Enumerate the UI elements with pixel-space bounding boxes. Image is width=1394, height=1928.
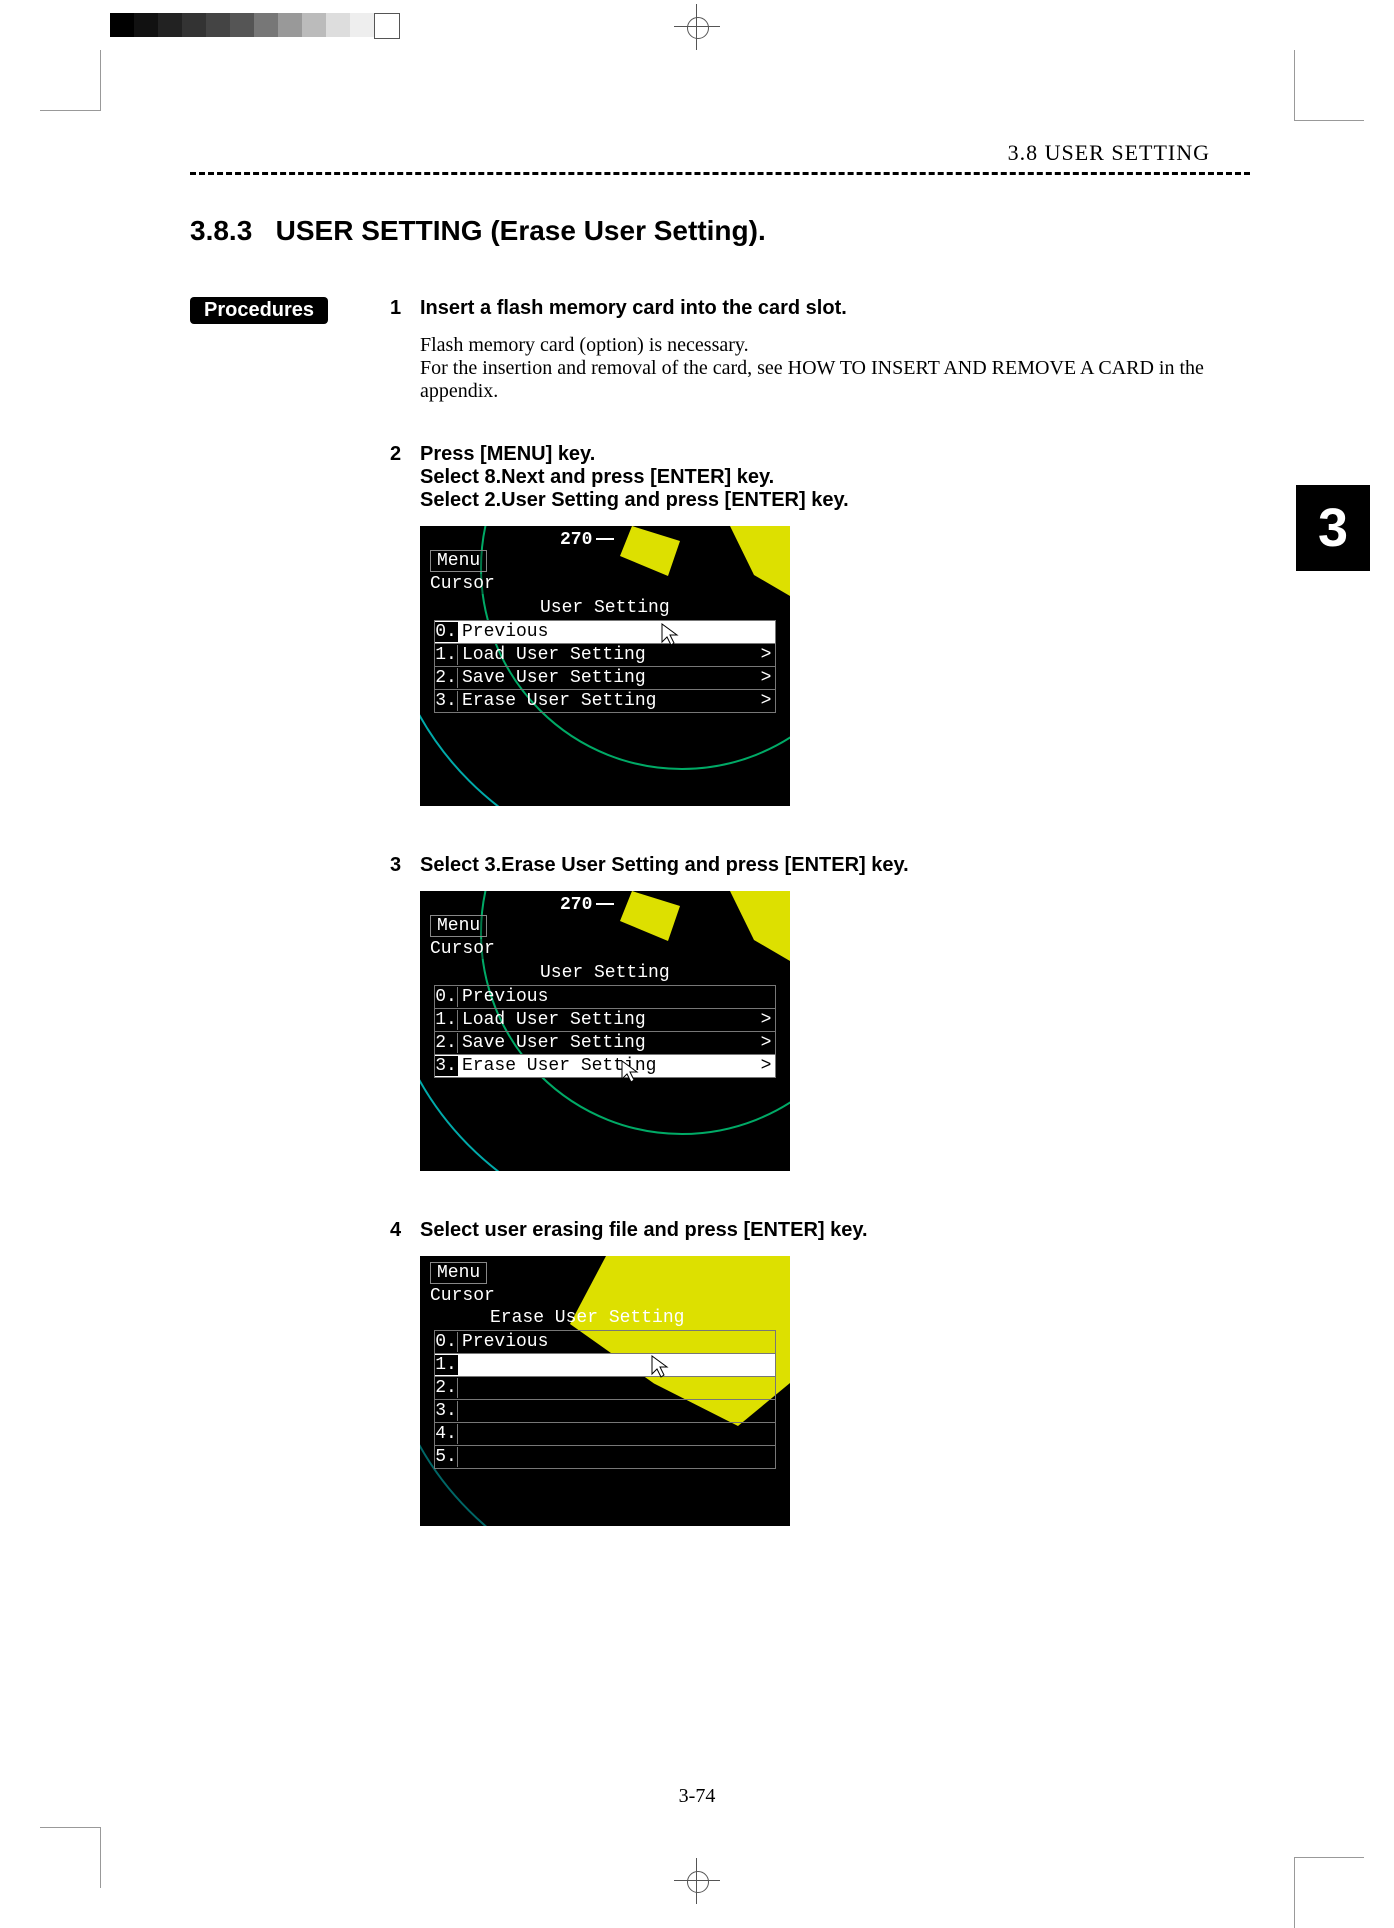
step-headline: Select user erasing file and press [ENTE… [420, 1219, 1250, 1242]
sim-menu-list: 0. Previous 1. 2. 3. [434, 1330, 776, 1468]
registration-mark-bottom [680, 1864, 714, 1898]
section-title: 3.8.3 USER SETTING (Erase User Setting). [190, 215, 1250, 247]
sim-menu-row: 2. Save User Setting > [434, 1031, 776, 1055]
procedure-step: 2 Press [MENU] key. Select 8.Next and pr… [190, 443, 1250, 828]
step-headline: Press [MENU] key. Select 8.Next and pres… [420, 443, 1250, 512]
sim-heading: 270 [560, 895, 614, 915]
sim-crumb-cursor: Cursor [430, 574, 501, 594]
step-note: Flash memory card (option) is necessary.… [420, 334, 1250, 403]
sim-crumb-cursor: Cursor [430, 1286, 501, 1306]
procedures-label: Procedures [190, 297, 328, 324]
section-number: 3.8.3 [190, 215, 252, 246]
header-breadcrumb: 3.8 USER SETTING [1008, 140, 1210, 166]
sim-menu-row: 0. Previous [434, 620, 776, 644]
sim-menu-row: 3. Erase User Setting > [434, 1054, 776, 1078]
sim-menu-row: 0. Previous [434, 985, 776, 1009]
page-number: 3-74 [679, 1785, 716, 1808]
screenshot-erase-user-setting-list: Menu Cursor Erase User Setting 0. Previo… [420, 1256, 790, 1526]
sim-menu-row: 1. Load User Setting > [434, 1008, 776, 1032]
sim-menu-row: 1. [434, 1353, 776, 1377]
crop-mark [40, 1827, 101, 1888]
step-number: 4 [390, 1219, 420, 1548]
sim-panel-title: User Setting [540, 598, 670, 618]
step-number: 3 [390, 854, 420, 1193]
cursor-arrow-icon [620, 1059, 640, 1089]
sim-heading: 270 [560, 530, 614, 550]
cursor-arrow-icon [650, 1354, 670, 1384]
step-headline: Select 3.Erase User Setting and press [E… [420, 854, 1250, 877]
sim-crumb-menu: Menu [430, 1262, 487, 1284]
registration-mark-top [680, 10, 714, 44]
step-number: 1 [390, 297, 420, 417]
screenshot-user-setting-menu-erase: 270 Menu Cursor User Setting 0. Previous… [420, 891, 790, 1171]
running-header: 3.8 USER SETTING [190, 140, 1250, 166]
sim-crumb-menu: Menu [430, 915, 487, 937]
procedure-step: Procedures 1 Insert a flash memory card … [190, 297, 1250, 417]
step-headline: Insert a flash memory card into the card… [420, 297, 1250, 320]
sim-menu-row: 4. [434, 1422, 776, 1446]
procedure-step: 4 Select user erasing file and press [EN… [190, 1219, 1250, 1548]
sim-menu-list: 0. Previous 1. Load User Setting > 2. Sa… [434, 620, 776, 712]
step-number: 2 [390, 443, 420, 828]
screenshot-user-setting-menu-previous: 270 Menu Cursor User Setting 0. Previous… [420, 526, 790, 806]
sim-menu-row: 0. Previous [434, 1330, 776, 1354]
grayscale-strip [110, 13, 400, 39]
cursor-arrow-icon [660, 622, 680, 652]
sim-menu-row: 2. [434, 1376, 776, 1400]
sim-panel-title: Erase User Setting [490, 1308, 684, 1328]
sim-panel-title: User Setting [540, 963, 670, 983]
sim-crumb-cursor: Cursor [430, 939, 501, 959]
crop-mark [1294, 90, 1354, 150]
crop-mark [1294, 1828, 1354, 1888]
document-page: 3.8 USER SETTING 3.8.3 USER SETTING (Era… [0, 0, 1394, 1908]
procedure-step: 3 Select 3.Erase User Setting and press … [190, 854, 1250, 1193]
sim-menu-row: 3. Erase User Setting > [434, 689, 776, 713]
section-name: USER SETTING (Erase User Setting). [276, 215, 766, 246]
crop-mark [40, 50, 101, 111]
chapter-tab: 3 [1296, 485, 1370, 571]
sim-menu-row: 5. [434, 1445, 776, 1469]
sim-menu-row: 2. Save User Setting > [434, 666, 776, 690]
sim-menu-list: 0. Previous 1. Load User Setting > 2. Sa… [434, 985, 776, 1077]
header-rule [190, 172, 1250, 175]
sim-menu-row: 3. [434, 1399, 776, 1423]
sim-crumb-menu: Menu [430, 550, 487, 572]
sim-menu-row: 1. Load User Setting > [434, 643, 776, 667]
